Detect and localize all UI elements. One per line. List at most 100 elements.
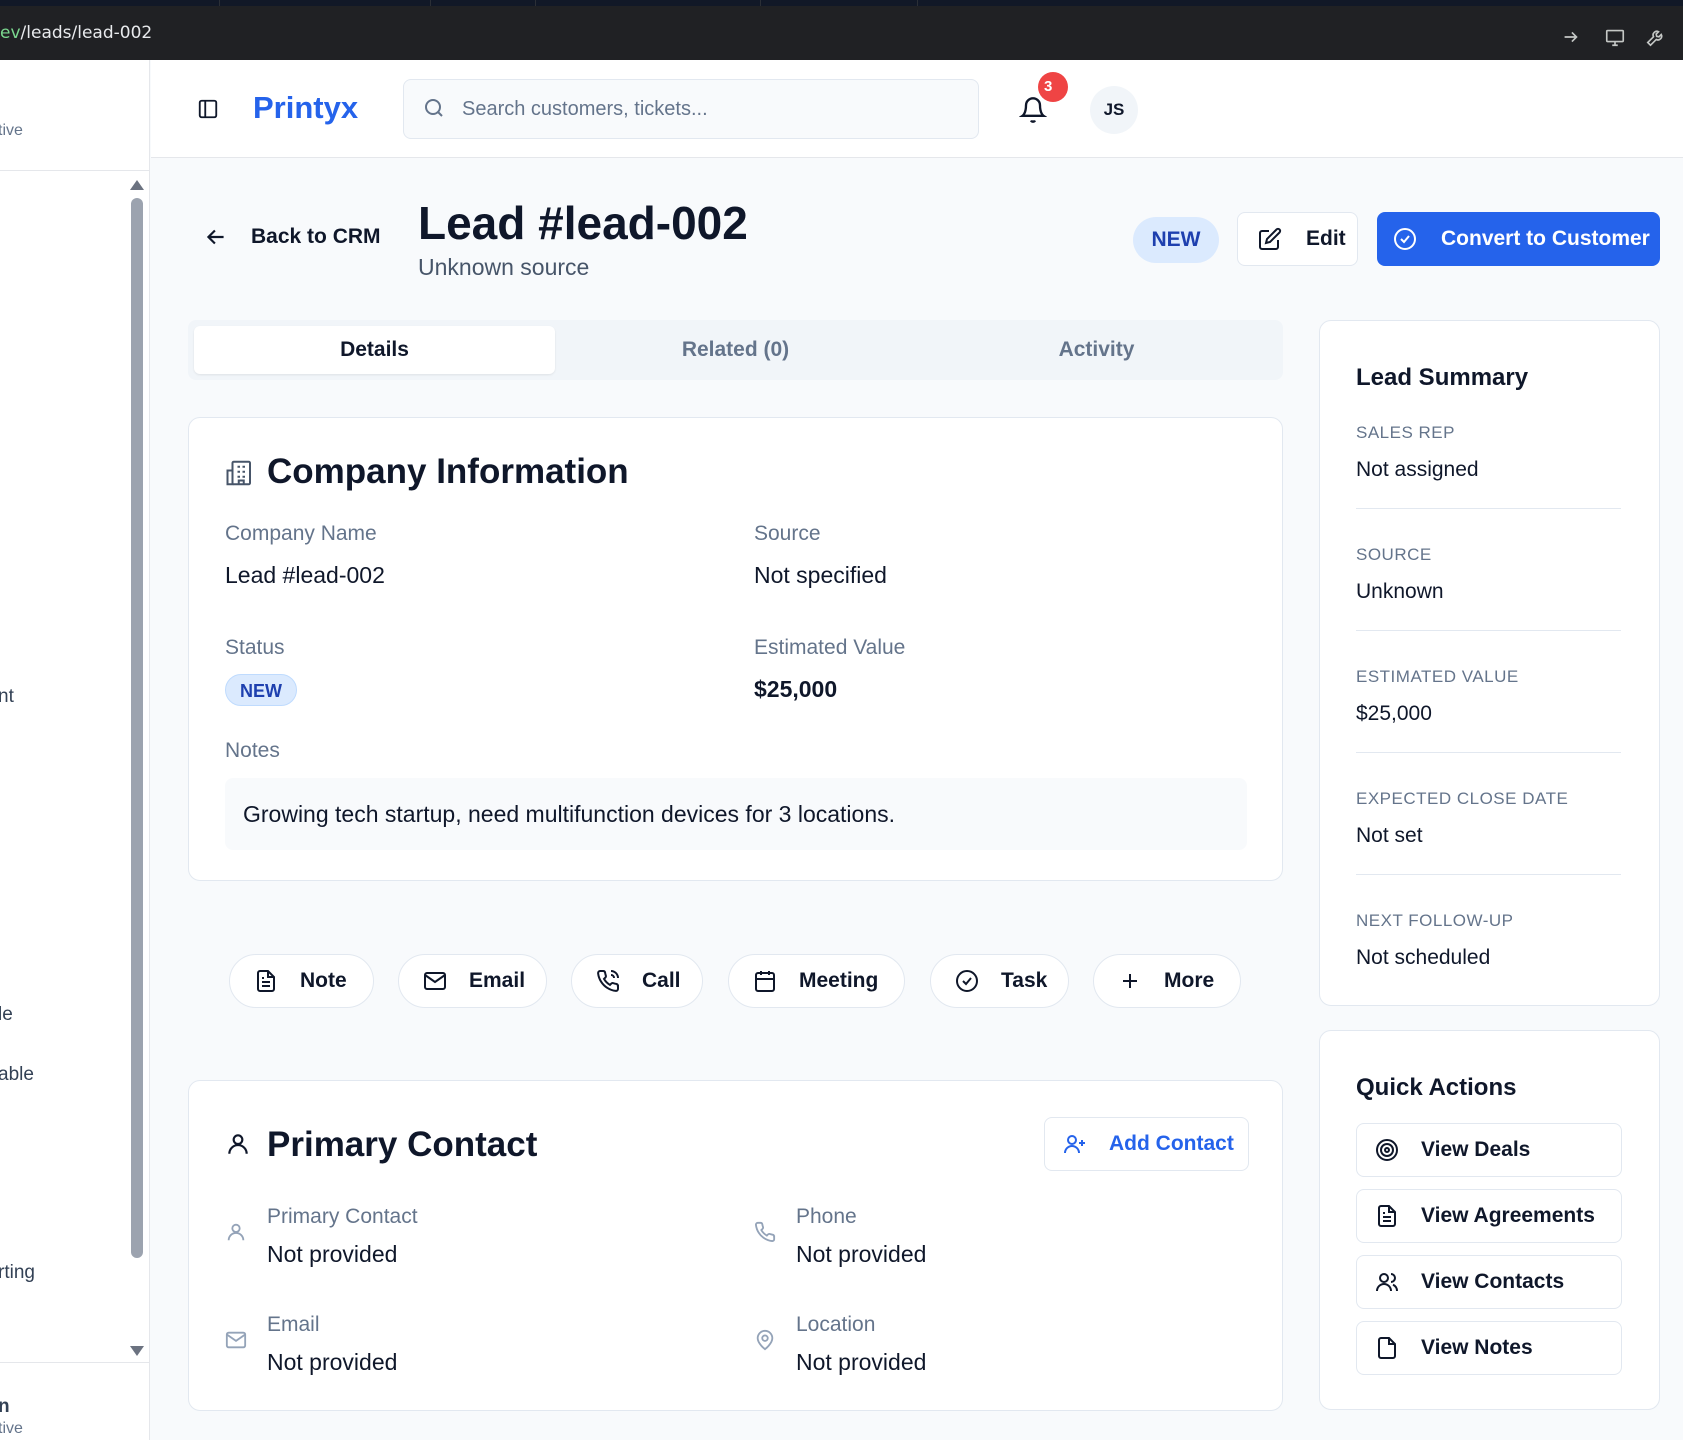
view-deals-label: View Deals [1421, 1138, 1531, 1161]
app-logo[interactable]: Printyx [253, 90, 358, 126]
top-header: Printyx 3 JS [151, 60, 1683, 158]
task-label: Task [1001, 969, 1048, 992]
document-icon [1378, 1205, 1396, 1227]
arrow-left-icon [206, 229, 224, 245]
cast-icon[interactable] [1604, 26, 1626, 48]
search-icon [425, 99, 443, 117]
tab-bar: Details Related (0) Activity [188, 320, 1283, 380]
summary-field-value: $25,000 [1356, 702, 1432, 725]
plus-icon [1123, 974, 1137, 988]
notification-count-badge: 3 [1038, 72, 1068, 102]
sidebar-item-label[interactable]: able [0, 1064, 34, 1086]
users-icon [1376, 1273, 1398, 1292]
summary-field-label: SALES REP [1356, 423, 1455, 442]
add-contact-label: Add Contact [1109, 1132, 1234, 1155]
note-icon [1378, 1337, 1396, 1359]
phone-icon [755, 1221, 776, 1242]
scroll-up-arrow[interactable] [130, 180, 144, 190]
tab-details[interactable]: Details [194, 326, 555, 374]
summary-field-value: Not assigned [1356, 458, 1479, 481]
view-deals-button[interactable]: View Deals [1356, 1123, 1622, 1177]
wrench-icon[interactable] [1645, 26, 1667, 48]
scroll-down-arrow[interactable] [130, 1346, 144, 1356]
summary-field-value: Unknown [1356, 580, 1444, 603]
source-value: Not specified [754, 562, 887, 588]
view-notes-button[interactable]: View Notes [1356, 1321, 1622, 1375]
left-sidebar: tive nt le able rting n tive [0, 60, 150, 1440]
convert-label: Convert to Customer [1441, 227, 1650, 250]
back-label: Back to CRM [251, 225, 381, 248]
mail-icon [225, 1331, 247, 1349]
view-contacts-label: View Contacts [1421, 1270, 1565, 1293]
bell-icon[interactable] [1019, 96, 1047, 124]
add-email-button[interactable]: Email [398, 954, 547, 1008]
convert-to-customer-button[interactable]: Convert to Customer [1377, 212, 1660, 266]
edit-label: Edit [1306, 227, 1346, 250]
tab-activity[interactable]: Activity [916, 326, 1277, 374]
sidebar-divider [0, 170, 149, 171]
summary-field-label: SOURCE [1356, 545, 1432, 564]
url-text[interactable]: ev/leads/lead-002 [0, 23, 152, 43]
status-badge-small: NEW [225, 674, 297, 706]
add-task-button[interactable]: Task [930, 954, 1069, 1008]
phone-value: Not provided [796, 1241, 927, 1267]
quick-actions-title: Quick Actions [1356, 1074, 1517, 1101]
user-avatar[interactable]: JS [1090, 86, 1138, 134]
company-info-title: Company Information [267, 452, 629, 491]
mail-icon [424, 972, 446, 990]
add-call-button[interactable]: Call [571, 954, 703, 1008]
meeting-label: Meeting [799, 969, 879, 992]
sidebar-divider [0, 1362, 149, 1363]
check-circle-icon [1394, 228, 1416, 250]
map-pin-icon [756, 1329, 774, 1351]
search-input[interactable] [462, 80, 962, 138]
company-name-value: Lead #lead-002 [225, 562, 385, 588]
page-title: Lead #lead-002 [418, 197, 748, 249]
add-contact-button[interactable]: Add Contact [1044, 1117, 1249, 1171]
summary-field-value: Not scheduled [1356, 946, 1491, 969]
quick-actions-card: Quick Actions View Deals View Agreements… [1319, 1030, 1660, 1410]
calendar-icon [755, 971, 775, 992]
sidebar-user-name: n [0, 1396, 10, 1418]
notes-label: Notes [225, 739, 280, 762]
sidebar-item-label[interactable]: le [0, 1004, 13, 1026]
phone-call-icon [597, 969, 620, 992]
sidebar-user-role: tive [0, 1420, 23, 1437]
email-label: Email [267, 1313, 320, 1336]
check-circle-icon [956, 970, 978, 992]
primary-contact-label: Primary Contact [267, 1205, 418, 1228]
search-box[interactable] [403, 79, 979, 139]
add-note-button[interactable]: Note [229, 954, 374, 1008]
note-label: Note [300, 969, 347, 992]
status-label: Status [225, 636, 285, 659]
call-label: Call [642, 969, 681, 992]
sidebar-item-label[interactable]: rting [0, 1262, 35, 1284]
sidebar-toggle-icon[interactable] [197, 98, 219, 120]
summary-field-label: NEXT FOLLOW-UP [1356, 911, 1514, 930]
forward-arrow-icon[interactable] [1560, 26, 1582, 48]
summary-field-label: ESTIMATED VALUE [1356, 667, 1519, 686]
more-label: More [1164, 969, 1215, 992]
browser-address-bar[interactable]: ev/leads/lead-002 [0, 6, 1683, 60]
sidebar-item-label[interactable]: nt [0, 686, 14, 708]
summary-field-value: Not set [1356, 824, 1423, 847]
primary-contact-value: Not provided [267, 1241, 398, 1267]
lead-summary-card: Lead Summary SALES REP Not assigned SOUR… [1319, 320, 1660, 1006]
sidebar-scrollbar[interactable] [131, 198, 143, 1258]
phone-label: Phone [796, 1205, 857, 1228]
more-actions-button[interactable]: More [1093, 954, 1241, 1008]
back-to-crm-link[interactable]: Back to CRM [203, 224, 381, 250]
sidebar-item-label[interactable]: tive [0, 122, 23, 140]
tab-related[interactable]: Related (0) [555, 326, 916, 374]
add-meeting-button[interactable]: Meeting [728, 954, 905, 1008]
summary-field-label: EXPECTED CLOSE DATE [1356, 789, 1569, 808]
user-icon [228, 1134, 248, 1154]
summary-divider [1356, 874, 1621, 875]
view-contacts-button[interactable]: View Contacts [1356, 1255, 1622, 1309]
summary-divider [1356, 630, 1621, 631]
view-agreements-label: View Agreements [1421, 1204, 1595, 1227]
edit-button[interactable]: Edit [1237, 212, 1358, 266]
file-text-icon [257, 970, 275, 992]
view-agreements-button[interactable]: View Agreements [1356, 1189, 1622, 1243]
email-value: Not provided [267, 1349, 398, 1375]
